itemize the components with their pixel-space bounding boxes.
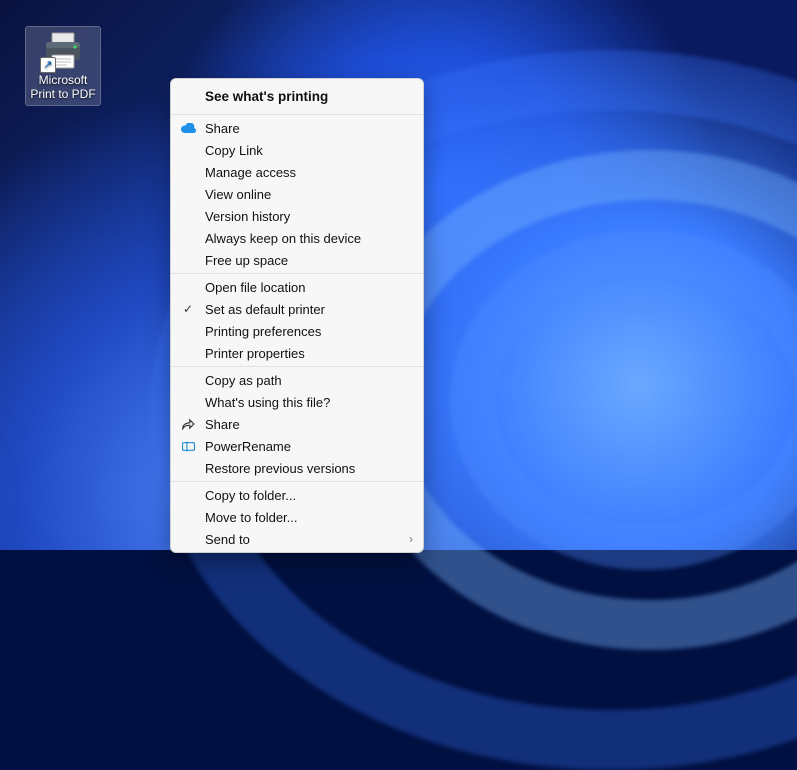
desktop-icon-printer[interactable]: ↗ Microsoft Print to PDF [26, 27, 100, 105]
desktop-icon-label-line1: Microsoft [39, 73, 88, 87]
menu-label: What's using this file? [205, 395, 413, 410]
menu-label: Set as default printer [205, 302, 413, 317]
menu-item-manage-access[interactable]: Manage access [171, 161, 423, 183]
menu-item-view-online[interactable]: View online [171, 183, 423, 205]
menu-label: Always keep on this device [205, 231, 413, 246]
menu-label: Share [205, 417, 413, 432]
menu-item-printer-properties[interactable]: Printer properties [171, 342, 423, 364]
menu-separator [171, 273, 423, 274]
menu-separator [171, 481, 423, 482]
menu-label: Version history [205, 209, 413, 224]
menu-separator [171, 114, 423, 115]
menu-label: Copy to folder... [205, 488, 413, 503]
menu-item-whats-using[interactable]: What's using this file? [171, 391, 423, 413]
menu-separator [171, 366, 423, 367]
menu-label: Open file location [205, 280, 413, 295]
context-menu-header[interactable]: See what's printing [171, 83, 423, 112]
shortcut-arrow-icon: ↗ [40, 57, 56, 73]
powerrename-icon [179, 441, 197, 452]
menu-label: Share [205, 121, 413, 136]
menu-item-copy-link[interactable]: Copy Link [171, 139, 423, 161]
menu-label: Move to folder... [205, 510, 413, 525]
menu-label: View online [205, 187, 413, 202]
menu-item-powerrename[interactable]: PowerRename [171, 435, 423, 457]
menu-item-set-default-printer[interactable]: ✓ Set as default printer [171, 298, 423, 320]
menu-label: Printer properties [205, 346, 413, 361]
menu-item-move-to-folder[interactable]: Move to folder... [171, 506, 423, 528]
menu-item-copy-to-folder[interactable]: Copy to folder... [171, 484, 423, 506]
menu-item-printing-preferences[interactable]: Printing preferences [171, 320, 423, 342]
menu-item-version-history[interactable]: Version history [171, 205, 423, 227]
menu-label: Restore previous versions [205, 461, 413, 476]
menu-item-open-file-location[interactable]: Open file location [171, 276, 423, 298]
menu-label: Copy as path [205, 373, 413, 388]
cloud-icon [179, 123, 197, 133]
menu-label: Copy Link [205, 143, 413, 158]
printer-icon: ↗ [40, 31, 86, 71]
menu-label: PowerRename [205, 439, 413, 454]
menu-item-send-to[interactable]: Send to › [171, 528, 423, 550]
submenu-chevron-icon: › [409, 532, 413, 546]
check-icon: ✓ [179, 302, 197, 316]
menu-item-share-onedrive[interactable]: Share [171, 117, 423, 139]
desktop-icon-label-line2: Print to PDF [30, 87, 95, 101]
menu-label: Printing preferences [205, 324, 413, 339]
menu-item-always-keep[interactable]: Always keep on this device [171, 227, 423, 249]
menu-label: Manage access [205, 165, 413, 180]
menu-item-copy-as-path[interactable]: Copy as path [171, 369, 423, 391]
context-menu: See what's printing Share Copy Link Mana… [170, 78, 424, 553]
menu-item-share-system[interactable]: Share [171, 413, 423, 435]
menu-item-restore-previous[interactable]: Restore previous versions [171, 457, 423, 479]
share-icon [179, 418, 197, 430]
menu-label: Send to [205, 532, 409, 547]
menu-label: Free up space [205, 253, 413, 268]
menu-item-free-up-space[interactable]: Free up space [171, 249, 423, 271]
